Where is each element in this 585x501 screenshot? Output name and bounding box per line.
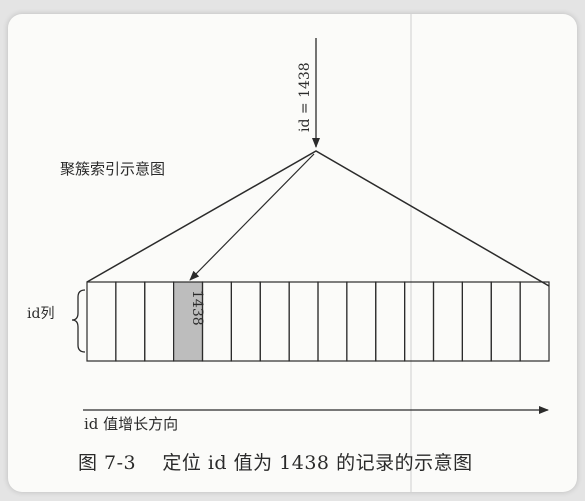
caption-text: 定位 id 值为 1438 的记录的示意图 bbox=[162, 452, 473, 474]
id-cell bbox=[490, 281, 521, 362]
id-cell bbox=[461, 281, 492, 362]
clustered-index-diagram: id = 1438 聚簇索引示意图 1438 id列 id 值增长方向 bbox=[27, 14, 550, 492]
locate-arrow bbox=[189, 153, 315, 281]
id-cell bbox=[317, 281, 348, 362]
id-cell bbox=[144, 281, 175, 362]
diagram-title: 聚簇索引示意图 bbox=[60, 160, 165, 178]
id-cell bbox=[375, 281, 406, 362]
id-cell bbox=[115, 281, 146, 362]
id-cell bbox=[230, 281, 261, 362]
row-label: id列 bbox=[27, 306, 54, 322]
id-cell bbox=[432, 281, 463, 362]
highlighted-cell-value: 1438 bbox=[189, 290, 205, 326]
figure-frame: id = 1438 聚簇索引示意图 1438 id列 id 值增长方向 图 7-… bbox=[8, 14, 577, 492]
id-cell bbox=[519, 281, 550, 362]
search-key-label: id = 1438 bbox=[297, 62, 313, 132]
id-column-cells: 1438 bbox=[86, 281, 550, 362]
id-cell bbox=[288, 281, 319, 362]
id-cell bbox=[346, 281, 377, 362]
figure-number: 图 7-3 bbox=[78, 452, 137, 474]
id-cell bbox=[404, 281, 435, 362]
figure-caption: 图 7-3 定位 id 值为 1438 的记录的示意图 bbox=[78, 448, 473, 475]
id-cell bbox=[259, 281, 290, 362]
id-cell bbox=[201, 281, 232, 362]
id-cell bbox=[86, 281, 117, 362]
direction-label: id 值增长方向 bbox=[84, 415, 178, 433]
row-brace bbox=[71, 289, 86, 353]
